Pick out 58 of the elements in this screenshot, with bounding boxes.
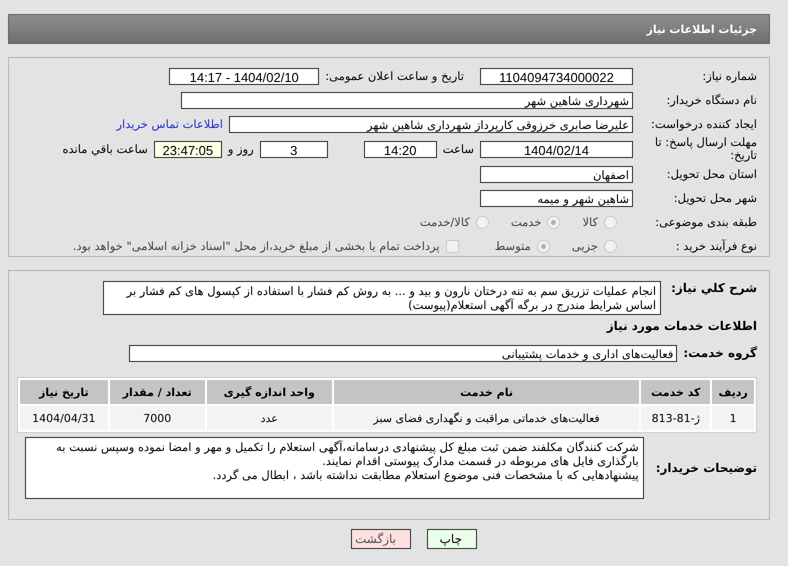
radio-label: کالا/خدمت [420, 215, 470, 229]
field-label: ساعت باقي مانده [62, 142, 148, 156]
field-label: شهر محل تحویل: [672, 192, 757, 204]
service-group-field: فعالیت‌های اداری و خدمات پشتیبانی [129, 344, 678, 362]
column-header: ردیف [712, 380, 754, 404]
deadline-time-field: 14:20 [364, 140, 437, 158]
remaining-time-field: 23:47:05 [154, 140, 222, 158]
field-label: توضیحات خریدار: [656, 461, 757, 475]
table-cell: 1 [712, 406, 754, 430]
field-label: تاریخ و ساعت اعلان عمومی: [325, 69, 464, 83]
column-header: واحد اندازه گیری [206, 380, 332, 404]
notes-line: شرکت کنندگان مکلفند ضمن ثبت مبلغ کل پیشنهادی درسامانه،آگهی استعلام را تکمیل و مهر و امضا نموده وسپس نسبت به بارگذاری فایل های مربوطه در قسمت مدارک پیوستی اقدام نمایند. [55, 440, 639, 468]
field-label: نام دستگاه خریدار: [665, 94, 757, 106]
table-cell: عدد [206, 406, 332, 430]
column-header: نام خدمت [334, 380, 640, 404]
column-header: کد خدمت [641, 380, 710, 404]
field-label: روز و [228, 142, 254, 156]
radio-button[interactable] [476, 216, 489, 228]
radio-label: متوسط [494, 239, 531, 253]
announce-date-field: 1404/02/10 - 14:17 [169, 68, 320, 84]
notes-line: پیشنهادهایی که با مشخصات فنی موضوع استعلام مطابقت نداشته باشد ، ابطال می گردد. [212, 468, 639, 482]
radio-label: خدمت [510, 215, 542, 229]
field-label: ساعت [442, 142, 474, 156]
field-label: گروه خدمت: [683, 346, 757, 360]
table-cell: 7000 [110, 406, 205, 430]
field-label: طبقه بندی موضوعی: [654, 216, 757, 228]
need-number-field: 1104094734000022 [480, 68, 633, 84]
checkbox-label: پرداخت تمام یا بخشی از مبلغ خرید،از محل "اسناد خزانه اسلامی" خواهد بود. [72, 239, 440, 253]
radio-label: کالا [582, 215, 598, 229]
province-field: اصفهان [480, 166, 633, 182]
table-cell: ژ-81-813 [641, 406, 710, 430]
field-label: شماره نیاز: [701, 70, 757, 82]
field-label: نوع فرآیند خرید : [674, 240, 757, 252]
column-header: تاریخ نیاز [20, 380, 108, 404]
radio-button[interactable] [604, 216, 617, 228]
table-cell: 1404/04/31 [20, 406, 108, 430]
section-heading: اطلاعات خدمات مورد نیاز [605, 318, 758, 335]
buyer-contact-link[interactable]: اطلاعات تماس خریدار [116, 117, 223, 131]
print-button[interactable]: چاپ [427, 529, 477, 549]
table-cell: فعالیت‌های خدماتی مراقبت و نگهداری فضای سبز [334, 406, 640, 430]
back-button[interactable]: بازگشت [351, 529, 411, 549]
description-textarea: انجام عملیات تزریق سم به تنه درختان نارون و بید و ... به روش کم فشار با استفاده از کپسول های کم فشار بر اساس شرایط مندرج در برگه آگهی استعلام(پیوست) [103, 281, 662, 315]
page-title: جزئیات اطلاعات نیاز [646, 22, 757, 36]
radio-button[interactable] [547, 216, 560, 228]
deadline-date-field: 1404/02/14 [480, 140, 633, 158]
days-field: 3 [260, 140, 328, 158]
radio-label: جزیی [572, 239, 598, 253]
field-label: شرح کلي نیاز: [671, 281, 757, 295]
column-header: تعداد / مقدار [110, 380, 205, 404]
field-label: ایجاد کننده درخواست: [650, 118, 757, 130]
checkbox[interactable] [446, 240, 459, 252]
requester-field: علیرضا صابری خرزوقی کارپرداز شهرداری شاهین شهر [229, 116, 633, 132]
buyer-org-field: شهرداری شاهین شهر [181, 92, 633, 108]
city-field: شاهین شهر و میمه [480, 190, 633, 206]
field-label: مهلت ارسال پاسخ: تا تاریخ: [654, 136, 757, 162]
field-label: استان محل تحویل: [666, 168, 757, 180]
radio-button[interactable] [604, 240, 617, 252]
radio-button[interactable] [536, 240, 550, 252]
